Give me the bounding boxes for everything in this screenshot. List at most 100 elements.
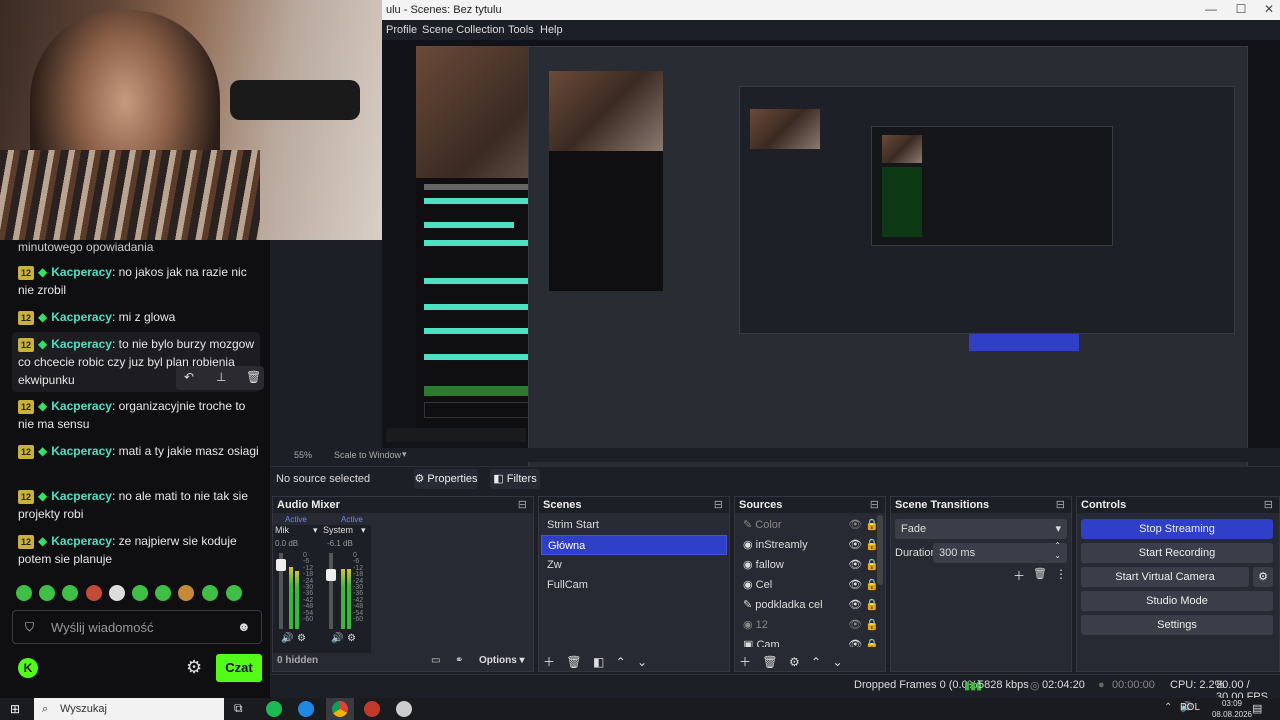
source-item[interactable]: ◉ Cel 👁 🔒	[737, 575, 883, 595]
emote-icon[interactable]	[132, 585, 148, 601]
controls-title: Controls ⊟	[1077, 497, 1279, 513]
panel-menu-icon[interactable]: ⊟	[1056, 497, 1065, 513]
arrow-down-icon[interactable]: ⌄	[832, 655, 842, 669]
source-item[interactable]: ◉ 12 👁 🔒	[737, 615, 883, 635]
mik-speaker-icon[interactable]: 🔊	[281, 633, 293, 644]
emote-icon[interactable]	[155, 585, 171, 601]
arrow-down-icon[interactable]: ⌄	[637, 655, 647, 669]
transition-select[interactable]: Fade ▾	[895, 519, 1067, 539]
emote-icon[interactable]	[226, 585, 242, 601]
add-icon[interactable]: ＋	[543, 655, 555, 669]
pin-icon[interactable]: ⊥	[216, 370, 226, 384]
arrow-up-icon[interactable]: ⌃	[616, 655, 626, 669]
emote-icon[interactable]	[86, 585, 102, 601]
notifications-icon[interactable]: ▤	[1252, 702, 1262, 715]
link-icon[interactable]: ⚭	[455, 655, 463, 666]
panel-menu-icon[interactable]: ⊟	[1264, 497, 1273, 513]
zoom-level[interactable]: 55%	[294, 450, 312, 460]
system-name: System	[323, 525, 354, 535]
chrome-taskbar-item[interactable]	[326, 698, 354, 720]
properties-button[interactable]: ⚙ Properties	[414, 469, 478, 489]
arrow-up-icon[interactable]: ⌃	[811, 655, 821, 669]
mik-fader[interactable]	[276, 553, 286, 629]
chevron-up-icon[interactable]: ⌃	[1164, 702, 1172, 713]
maximize-icon[interactable]: ☐	[1230, 2, 1252, 18]
minimize-icon[interactable]: —	[1200, 2, 1222, 18]
more-icon[interactable]: ⋮	[1055, 567, 1067, 581]
filters-button[interactable]: ◧ Filters	[490, 469, 540, 489]
source-item[interactable]: ◉ fallow 👁 🔒	[737, 555, 883, 575]
trash-icon[interactable]: 🗑	[1033, 567, 1047, 580]
windows-start-icon[interactable]: ⊞	[10, 702, 24, 716]
source-status: No source selected	[276, 473, 371, 485]
menu-tools[interactable]: Tools	[508, 24, 534, 36]
scene-item[interactable]: Zw	[541, 555, 727, 575]
chat-input[interactable]: ⛉ Wyślij wiadomość ☻	[12, 610, 262, 644]
scenes-toolbar: ＋ 🗑 ◧ ⌃ ⌄	[543, 653, 723, 670]
emote-icon[interactable]	[39, 585, 55, 601]
subscriber-badge: 12	[18, 534, 34, 549]
app-icon[interactable]	[364, 701, 380, 717]
menu-profile[interactable]: Profile	[386, 24, 417, 36]
panel-menu-icon[interactable]: ⊟	[870, 497, 879, 513]
panel-menu-icon[interactable]: ⊟	[714, 497, 723, 513]
trash-icon[interactable]: 🗑	[762, 655, 777, 669]
chevron-down-icon[interactable]: ▾	[402, 449, 407, 460]
edge-icon[interactable]	[298, 701, 314, 717]
system-db: -6.1 dB	[327, 539, 353, 548]
scale-mode[interactable]: Scale to Window	[334, 450, 401, 460]
settings-button[interactable]: Settings	[1081, 615, 1273, 635]
scene-item[interactable]: Strim Start	[541, 515, 727, 535]
system-speaker-icon[interactable]: 🔊	[331, 633, 343, 644]
emote-icon[interactable]	[178, 585, 194, 601]
task-view-icon[interactable]: ⧉	[234, 701, 243, 716]
system-fader[interactable]	[326, 553, 336, 629]
duration-input[interactable]: 300 ms ⌃ ⌄	[933, 541, 1067, 563]
mixer-layout-icon[interactable]: ▭	[431, 655, 440, 666]
mik-meter	[289, 567, 293, 629]
emoji-icon[interactable]: ☻	[237, 619, 251, 634]
webcam-overlay	[0, 0, 382, 240]
obs-preview[interactable]	[382, 40, 1280, 486]
scene-item-selected[interactable]: Główna	[541, 535, 727, 555]
chat-send-button[interactable]: Czat	[216, 654, 262, 682]
stop-streaming-button[interactable]: Stop Streaming	[1081, 519, 1273, 539]
mik-settings-icon[interactable]: ⚙	[297, 633, 306, 644]
options-button[interactable]: Options ▾	[479, 655, 525, 666]
scene-item[interactable]: FullCam	[541, 575, 727, 595]
add-icon[interactable]: ＋	[1013, 567, 1025, 584]
trash-icon[interactable]: 🗑	[246, 370, 261, 384]
taskbar-search[interactable]: ⌕ Wyszukaj	[34, 698, 224, 720]
emote-icon[interactable]	[109, 585, 125, 601]
system-settings-icon[interactable]: ⚙	[347, 633, 356, 644]
emote-icon[interactable]	[16, 585, 32, 601]
gear-icon[interactable]: ⚙	[789, 655, 800, 669]
chevron-down-icon[interactable]: ▾	[313, 525, 318, 536]
chevron-down-icon[interactable]: ▾	[361, 525, 366, 536]
menu-scene-collection[interactable]: Scene Collection	[422, 24, 505, 36]
panel-menu-icon[interactable]: ⊟	[518, 497, 527, 513]
add-icon[interactable]: ＋	[739, 655, 751, 669]
source-item[interactable]: ✎ Color 👁 🔒	[737, 515, 883, 535]
start-recording-button[interactable]: Start Recording	[1081, 543, 1273, 563]
emote-icon[interactable]	[62, 585, 78, 601]
app-icon[interactable]	[396, 701, 412, 717]
language-indicator[interactable]: POL	[1180, 702, 1200, 713]
source-item[interactable]: ▣ Cam 👁 🔒	[737, 635, 883, 647]
source-item[interactable]: ◉ inStreamly 👁 🔒	[737, 535, 883, 555]
source-item[interactable]: ✎ podkladka cel 👁 🔒	[737, 595, 883, 615]
system-meter	[341, 569, 345, 629]
emote-icon[interactable]	[202, 585, 218, 601]
gear-icon[interactable]: ⚙	[186, 657, 202, 678]
studio-mode-button[interactable]: Studio Mode	[1081, 591, 1273, 611]
scrollbar[interactable]	[877, 515, 883, 585]
gear-icon[interactable]: ⚙	[1253, 567, 1273, 587]
start-virtual-camera-button[interactable]: Start Virtual Camera	[1081, 567, 1249, 587]
scene-filter-icon[interactable]: ◧	[593, 655, 604, 669]
close-icon[interactable]: ✕	[1258, 2, 1280, 18]
trash-icon[interactable]: 🗑	[566, 655, 581, 669]
reply-icon[interactable]: ↶	[184, 370, 194, 384]
menu-help[interactable]: Help	[540, 24, 563, 36]
chat-partial-message: minutowego opowiadania	[18, 240, 154, 254]
spotify-icon[interactable]	[266, 701, 282, 717]
